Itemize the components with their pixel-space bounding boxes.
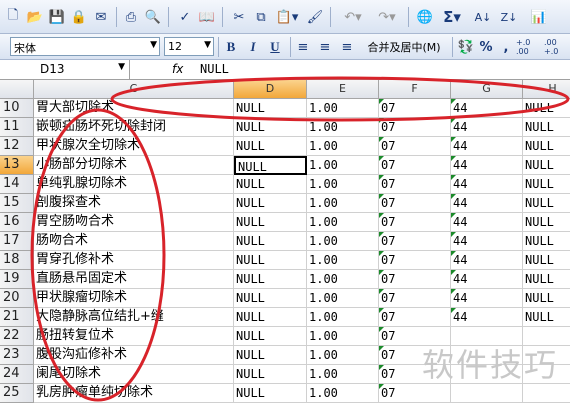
header-annotation-ellipse <box>110 76 570 122</box>
column-annotation-ellipse <box>30 108 166 402</box>
watermark: 软件技巧 <box>421 346 558 384</box>
